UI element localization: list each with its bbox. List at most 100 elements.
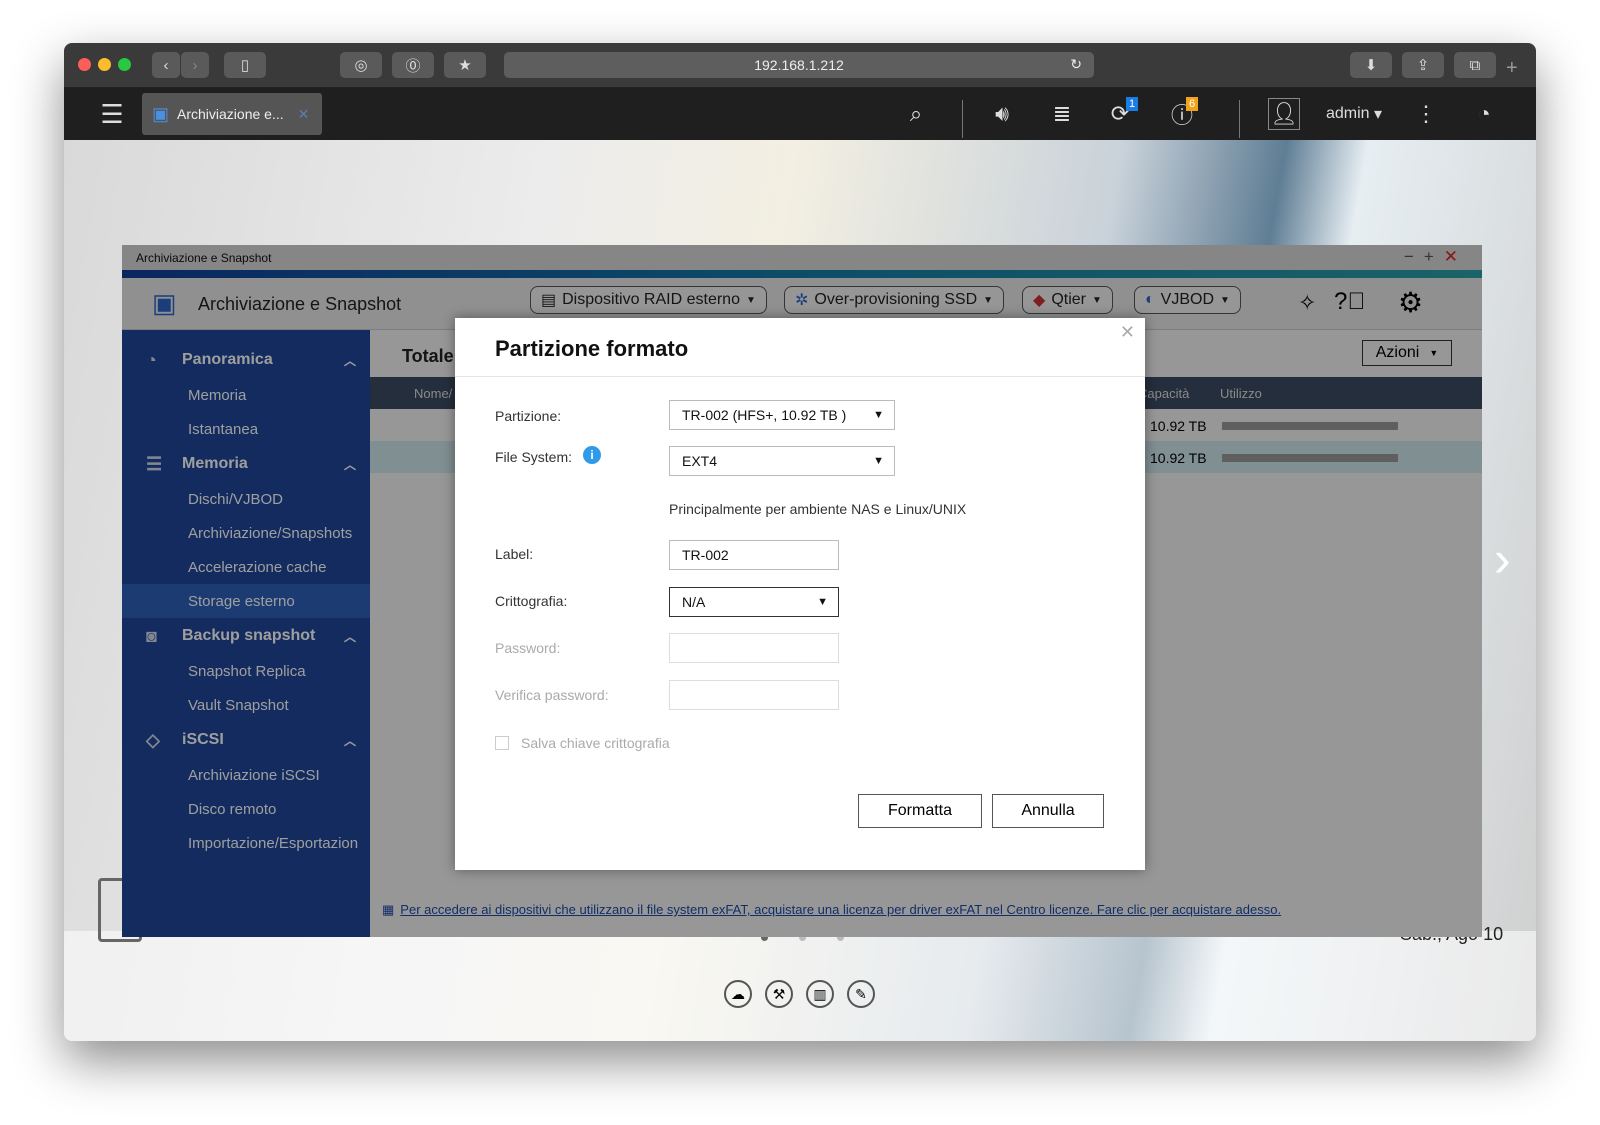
sidebar-item-istantanea[interactable]: Istantanea [122, 412, 370, 446]
sidebar-item-memoria[interactable]: Memoria [122, 378, 370, 412]
password-input[interactable] [669, 633, 839, 663]
dropdown-arrow-icon: ▼ [873, 455, 884, 467]
dashboard-icon[interactable]: ◔ [1464, 88, 1504, 140]
sidebar-group-memoria[interactable]: ☰ Memoria ︿ [122, 446, 370, 482]
cloud-dock-icon[interactable]: ☁ [724, 980, 752, 1008]
info-badge: 6 [1186, 97, 1199, 111]
sidebar-item-storage-esterno[interactable]: Storage esterno [122, 584, 370, 618]
minimize-window-button[interactable] [98, 58, 111, 71]
more-options-icon[interactable]: ⋮ [1415, 88, 1437, 140]
button-label: Qtier [1051, 291, 1086, 308]
info-icon[interactable]: ⓘ 6 [1162, 88, 1202, 140]
menu-icon[interactable]: ☰ [94, 88, 130, 140]
sidebar-group-panoramica[interactable]: ◔ Panoramica ︿ [122, 342, 370, 378]
license-icon: ▦ [382, 902, 395, 917]
next-page-icon[interactable]: › [1494, 530, 1511, 588]
ssd-overprovisioning-button[interactable]: ✲ Over-provisioning SSD ▼ [784, 286, 1005, 314]
diagnostic-icon[interactable]: ✧ [1298, 290, 1316, 316]
format-button[interactable]: Formatta [858, 794, 982, 828]
verify-password-input[interactable] [669, 680, 839, 710]
ssd-icon: ✲ [795, 292, 809, 309]
sidebar-item-accelerazione-cache[interactable]: Accelerazione cache [122, 550, 370, 584]
book-dock-icon[interactable]: ▥ [806, 980, 834, 1008]
save-key-label: Salva chiave crittografia [521, 735, 670, 751]
exfat-license-link[interactable]: ▦ Per accedere ai dispositivi che utilizz… [382, 902, 1281, 918]
sidebar-item-dischi[interactable]: Dischi/VJBOD [122, 482, 370, 516]
sidebar-item-snapshot-replica[interactable]: Snapshot Replica [122, 654, 370, 688]
volume-label-value: TR-002 [682, 547, 729, 563]
download-icon[interactable]: ⬇ [1350, 52, 1392, 78]
settings-icon[interactable]: ⚙ [1398, 286, 1423, 319]
qts-topbar: ☰ ▣ Archiviazione e... ✕ ⌕ 🔊︎ ≣ ⟳ 1 ⓘ 6 👤︎… [64, 88, 1536, 140]
dropdown-arrow-icon: ▼ [873, 409, 884, 421]
info-icon[interactable]: i [583, 446, 601, 464]
close-dialog-icon[interactable]: ✕ [1120, 322, 1135, 343]
user-menu[interactable]: admin ▾ [1318, 88, 1390, 140]
notes-dock-icon[interactable]: ✎ [847, 980, 875, 1008]
cancel-button-label: Annulla [1021, 802, 1075, 819]
tabs-icon[interactable]: ⧉ [1454, 52, 1496, 78]
column-capacity[interactable]: Capacità [1138, 386, 1189, 401]
sidebar-icon[interactable]: ▯ [224, 52, 266, 78]
tools-dock-icon[interactable]: ⚒ [765, 980, 793, 1008]
color-stripe [122, 270, 1482, 278]
zoom-window-button[interactable] [118, 58, 131, 71]
maximize-icon[interactable]: + [1424, 247, 1444, 266]
app-tab[interactable]: ▣ Archiviazione e... ✕ [142, 93, 322, 135]
filesystem-select[interactable]: EXT4 ▼ [669, 446, 895, 476]
sidebar-item-archiviazione-snapshots[interactable]: Archiviazione/Snapshots [122, 516, 370, 550]
camera-icon: ◙ [146, 625, 157, 646]
column-usage[interactable]: Utilizzo [1220, 386, 1262, 401]
close-icon[interactable]: ✕ [1444, 247, 1468, 266]
address-bar[interactable]: 192.168.1.212 ↻ [504, 52, 1094, 78]
sidebar-item-archiviazione-iscsi[interactable]: Archiviazione iSCSI [122, 758, 370, 792]
globe-extension-icon[interactable]: ◎ [340, 52, 382, 78]
cancel-button[interactable]: Annulla [992, 794, 1104, 828]
qtier-button[interactable]: ◆ Qtier ▼ [1022, 286, 1113, 314]
notification-icon[interactable]: ⟳ 1 [1100, 88, 1140, 140]
volume-label-label: Label: [495, 546, 534, 562]
help-icon[interactable]: ?⃝ [1334, 288, 1365, 316]
storage-app-icon: ▣ [152, 288, 177, 318]
volume-icon[interactable]: 🔊︎ [982, 88, 1022, 140]
bookmark-icon[interactable]: ★ [444, 52, 486, 78]
encryption-select[interactable]: N/A ▼ [669, 587, 839, 617]
iscsi-icon: ◇ [146, 729, 160, 750]
close-window-button[interactable] [78, 58, 91, 71]
column-name[interactable]: Nome/ [414, 386, 452, 401]
dock [64, 931, 1536, 1041]
raid-device-button[interactable]: ▤ Dispositivo RAID esterno ▼ [530, 286, 767, 314]
sidebar-item-vault-snapshot[interactable]: Vault Snapshot [122, 688, 370, 722]
partition-select[interactable]: TR-002 (HFS+, 10.92 TB ) ▼ [669, 400, 895, 430]
format-partition-dialog: Partizione formato ✕ Partizione: TR-002 … [455, 318, 1145, 870]
reload-icon[interactable]: ↻ [1070, 56, 1082, 73]
password-extension-icon[interactable]: ⓪ [392, 52, 434, 78]
tasks-icon[interactable]: ≣ [1042, 88, 1082, 140]
window-controls: −+✕ [1404, 247, 1468, 267]
volume-label-input[interactable]: TR-002 [669, 540, 839, 570]
save-key-checkbox[interactable] [495, 736, 509, 750]
sidebar-group-backup[interactable]: ◙ Backup snapshot ︿ [122, 618, 370, 654]
sidebar-item-disco-remoto[interactable]: Disco remoto [122, 792, 370, 826]
app-tab-label: Archiviazione e... [177, 106, 284, 122]
group-label: Memoria [182, 455, 248, 472]
button-label: Dispositivo RAID esterno [562, 291, 740, 308]
username: admin [1325, 105, 1370, 122]
user-avatar-icon[interactable]: 👤︎ [1268, 98, 1300, 130]
actions-button[interactable]: Azioni ▼ [1362, 340, 1452, 366]
back-icon[interactable]: ‹ [152, 52, 180, 78]
capacity-value: 10.92 TB [1150, 450, 1207, 466]
search-icon[interactable]: ⌕ [896, 88, 936, 140]
close-tab-icon[interactable]: ✕ [298, 106, 310, 123]
share-icon[interactable]: ⇪ [1402, 52, 1444, 78]
sidebar-item-importazione[interactable]: Importazione/Esportazion [122, 826, 370, 860]
vjbod-button[interactable]: ◐ VJBOD ▼ [1134, 286, 1241, 314]
dialog-title: Partizione formato [495, 336, 689, 361]
actions-label: Azioni [1375, 344, 1420, 361]
new-tab-icon[interactable]: + [1506, 57, 1518, 80]
capacity-value: 10.92 TB [1150, 418, 1207, 434]
forward-icon[interactable]: › [181, 52, 209, 78]
sidebar-group-iscsi[interactable]: ◇ iSCSI ︿ [122, 722, 370, 758]
divider [1239, 100, 1240, 138]
minimize-icon[interactable]: − [1404, 247, 1424, 266]
